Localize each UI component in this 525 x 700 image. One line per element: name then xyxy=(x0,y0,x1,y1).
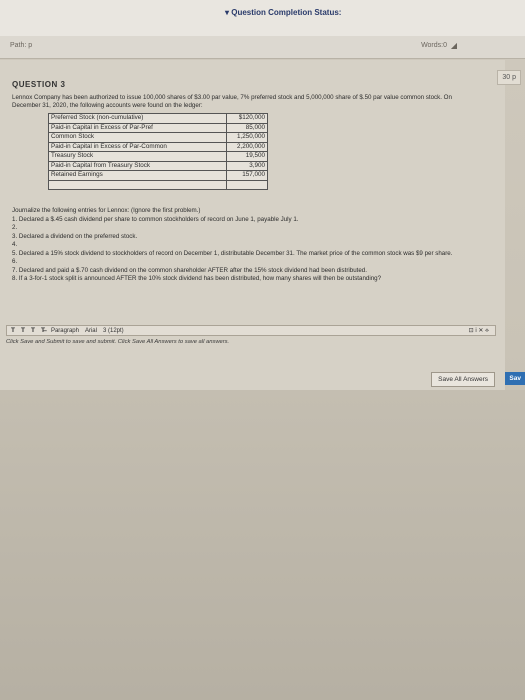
editor-tool-icons[interactable]: ⊡ i ✕ ⟡ xyxy=(469,327,489,335)
strikethrough-button[interactable]: T̶ xyxy=(41,327,45,334)
account-amount-cell: 2,200,000 xyxy=(226,141,268,152)
account-name-cell xyxy=(48,179,227,190)
save-all-answers-button[interactable]: Save All Answers xyxy=(431,372,495,387)
word-count: Words:0 xyxy=(421,42,447,49)
underline-button[interactable]: T xyxy=(31,327,35,334)
bold-button[interactable]: T xyxy=(11,327,15,334)
account-amount-cell: 1,250,000 xyxy=(226,132,268,143)
table-row: Treasury Stock 19,500 xyxy=(48,151,268,162)
account-amount-cell: 157,000 xyxy=(226,170,268,181)
instruction-item-4: 4. xyxy=(12,241,18,248)
paragraph-select[interactable]: Paragraph xyxy=(51,328,79,334)
save-hint: Click Save and Submit to save and submit… xyxy=(6,339,230,345)
instruction-item-1: 1. Declared a $.45 cash dividend per sha… xyxy=(12,215,299,223)
question-text: Lennox Company has been authorized to is… xyxy=(12,94,452,109)
points-badge: 30 p xyxy=(497,70,521,85)
account-name-cell: Paid-in Capital from Treasury Stock xyxy=(48,160,227,171)
top-strip: ▾ Question Completion Status: xyxy=(0,0,525,37)
instruction-item-7: 7. Declared and paid a $.70 cash dividen… xyxy=(12,266,367,274)
account-name-cell: Common Stock xyxy=(48,132,227,143)
question-completion-status-link[interactable]: ▾ Question Completion Status: xyxy=(225,8,341,17)
account-amount-cell: 85,000 xyxy=(226,122,268,133)
account-amount-cell: 19,500 xyxy=(226,151,268,162)
question-title: QUESTION 3 xyxy=(12,80,66,89)
instructions-intro: Journalize the following entries for Len… xyxy=(12,207,201,214)
table-row: Common Stock 1,250,000 xyxy=(48,132,268,143)
table-row: Retained Earnings 157,000 xyxy=(48,170,268,181)
table-row: Preferred Stock (non-cumulative) $120,000 xyxy=(48,113,268,124)
font-size-select[interactable]: 3 (12pt) xyxy=(103,328,124,334)
account-amount-cell: 3,900 xyxy=(226,160,268,171)
table-row xyxy=(48,179,268,190)
instruction-item-2: 2. xyxy=(12,224,18,231)
account-amount-cell: $120,000 xyxy=(226,113,268,124)
instruction-item-3: 3. Declared a dividend on the preferred … xyxy=(12,232,138,240)
account-name-cell: Paid-in Capital in Excess of Par-Common xyxy=(48,141,227,152)
instruction-item-8: 8. If a 3-for-1 stock split is announced… xyxy=(12,275,382,282)
italic-button[interactable]: T xyxy=(21,327,25,334)
editor-toolbar: T T T T̶ Paragraph Arial 3 (12pt) ⊡ i ✕ … xyxy=(6,325,496,336)
ledger-table: Preferred Stock (non-cumulative) $120,000… xyxy=(48,113,268,190)
instruction-item-5: 5. Declared a 15% stock dividend to stoc… xyxy=(12,249,453,257)
browser-stage: ▾ Question Completion Status: Path: p Wo… xyxy=(0,0,525,700)
account-name-cell: Treasury Stock xyxy=(48,151,227,162)
account-name-cell: Preferred Stock (non-cumulative) xyxy=(48,113,227,124)
account-name-cell: Paid-in Capital in Excess of Par-Pref xyxy=(48,122,227,133)
desk-surface xyxy=(0,390,525,700)
instructions: Journalize the following entries for Len… xyxy=(12,207,492,284)
resize-handle-icon[interactable]: ◢ xyxy=(451,41,457,50)
instruction-item-6: 6. xyxy=(12,258,18,265)
editor-status-bar: Path: p Words:0 ◢ xyxy=(0,36,525,59)
font-select[interactable]: Arial xyxy=(85,328,97,334)
table-row: Paid-in Capital from Treasury Stock 3,900 xyxy=(48,160,268,171)
account-amount-cell xyxy=(226,179,268,190)
table-row: Paid-in Capital in Excess of Par-Common 2… xyxy=(48,141,268,152)
save-and-submit-button[interactable]: Sav xyxy=(505,372,525,385)
path-label: Path: p xyxy=(10,42,33,49)
account-name-cell: Retained Earnings xyxy=(48,170,227,181)
table-row: Paid-in Capital in Excess of Par-Pref 85,… xyxy=(48,122,268,133)
